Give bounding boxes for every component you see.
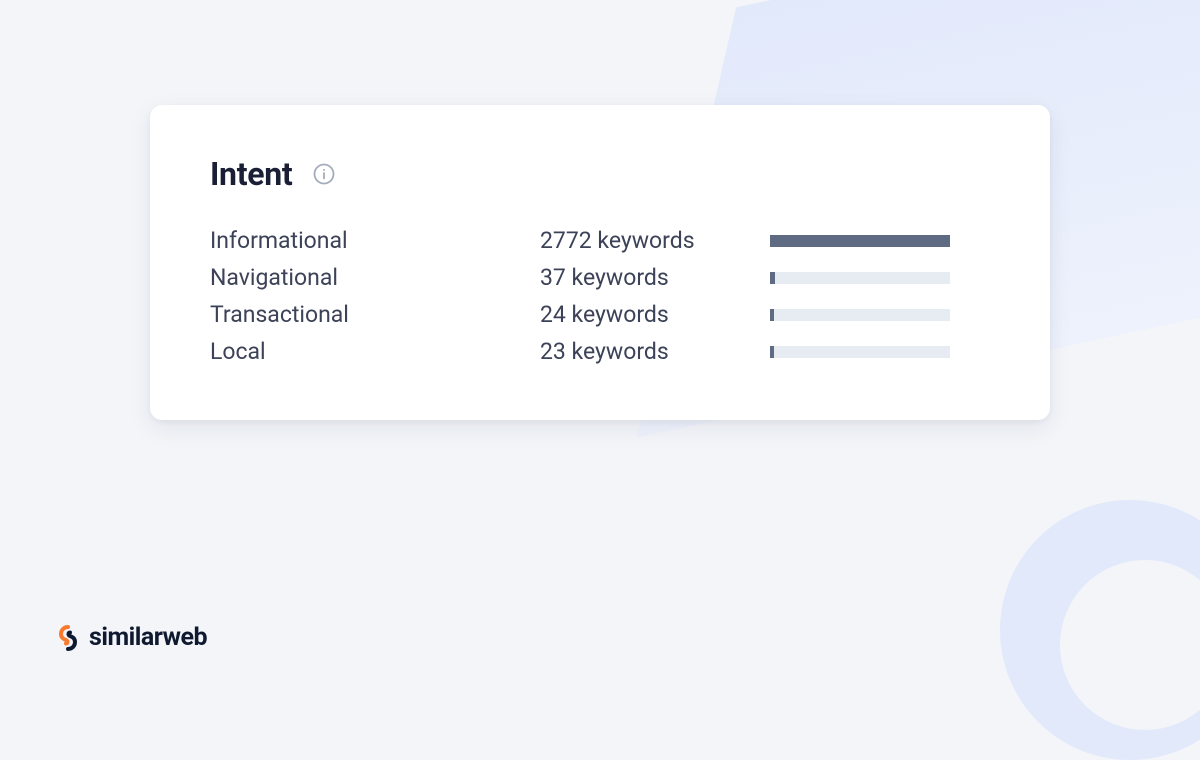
row-count: 24 keywords bbox=[540, 301, 770, 328]
intent-row: Informational 2772 keywords bbox=[210, 227, 990, 254]
intent-row: Transactional 24 keywords bbox=[210, 301, 990, 328]
intent-rows: Informational 2772 keywords Navigational… bbox=[210, 227, 990, 365]
card-header: Intent bbox=[210, 155, 990, 193]
row-count: 2772 keywords bbox=[540, 227, 770, 254]
row-bar-fill bbox=[770, 309, 774, 321]
intent-row: Navigational 37 keywords bbox=[210, 264, 990, 291]
row-bar bbox=[770, 309, 950, 321]
row-count: 23 keywords bbox=[540, 338, 770, 365]
row-bar bbox=[770, 346, 950, 358]
intent-row: Local 23 keywords bbox=[210, 338, 990, 365]
row-label: Informational bbox=[210, 227, 540, 254]
row-bar-fill bbox=[770, 272, 775, 284]
row-bar bbox=[770, 272, 950, 284]
row-bar-fill bbox=[770, 235, 950, 247]
logo-icon bbox=[55, 625, 81, 651]
row-label: Transactional bbox=[210, 301, 540, 328]
row-bar-fill bbox=[770, 346, 774, 358]
intent-card: Intent Informational 2772 keywords Navig… bbox=[150, 105, 1050, 420]
row-label: Navigational bbox=[210, 264, 540, 291]
row-label: Local bbox=[210, 338, 540, 365]
logo-text: similarweb bbox=[89, 623, 207, 652]
card-title: Intent bbox=[210, 155, 292, 193]
info-icon[interactable] bbox=[312, 162, 336, 186]
row-count: 37 keywords bbox=[540, 264, 770, 291]
logo: similarweb bbox=[55, 623, 207, 652]
row-bar bbox=[770, 235, 950, 247]
